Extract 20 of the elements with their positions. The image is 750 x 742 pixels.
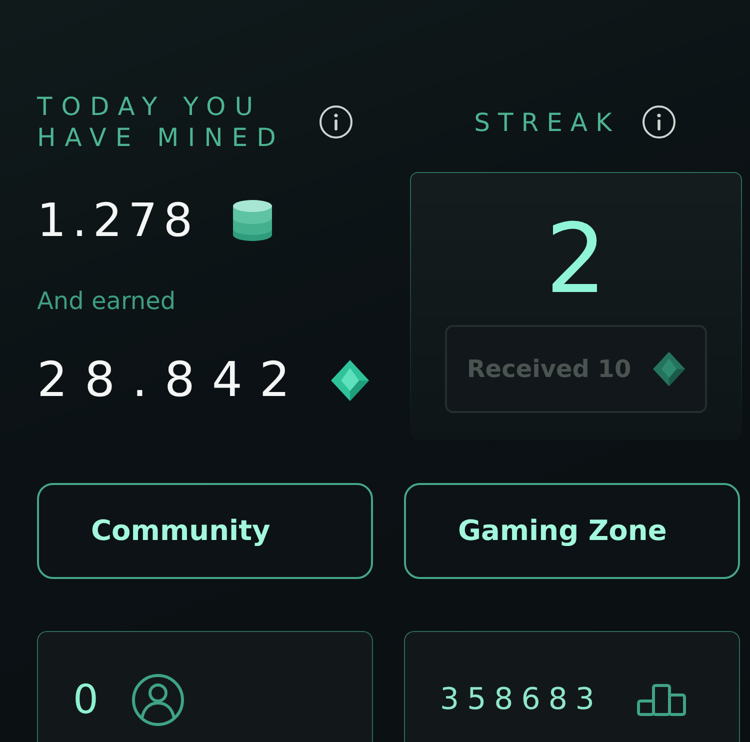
earned-amount: 28.842: [37, 356, 307, 404]
mined-title: TODAY YOU HAVE MINED: [37, 91, 286, 153]
streak-count: 2: [545, 211, 607, 307]
diamond-icon: [653, 351, 686, 387]
nav-button[interactable]: Community: [37, 483, 373, 579]
profile-card[interactable]: 0: [37, 631, 373, 742]
diamond-icon: [330, 360, 369, 400]
rank-card[interactable]: 358683: [404, 631, 740, 742]
coin-stack-icon: [232, 198, 272, 242]
earned-label: And earned: [37, 289, 176, 313]
streak-title: STREAK: [474, 106, 620, 138]
podium-icon: [636, 684, 686, 716]
rank-value: 358683: [440, 685, 603, 715]
info-icon[interactable]: [319, 105, 353, 139]
reward-label: Received 10: [466, 357, 632, 381]
info-icon[interactable]: [642, 105, 676, 139]
nav-button[interactable]: Gaming Zone: [404, 483, 740, 579]
profile-value: 0: [73, 680, 98, 720]
user-icon: [132, 674, 184, 726]
mined-amount: 1.278: [37, 197, 199, 243]
